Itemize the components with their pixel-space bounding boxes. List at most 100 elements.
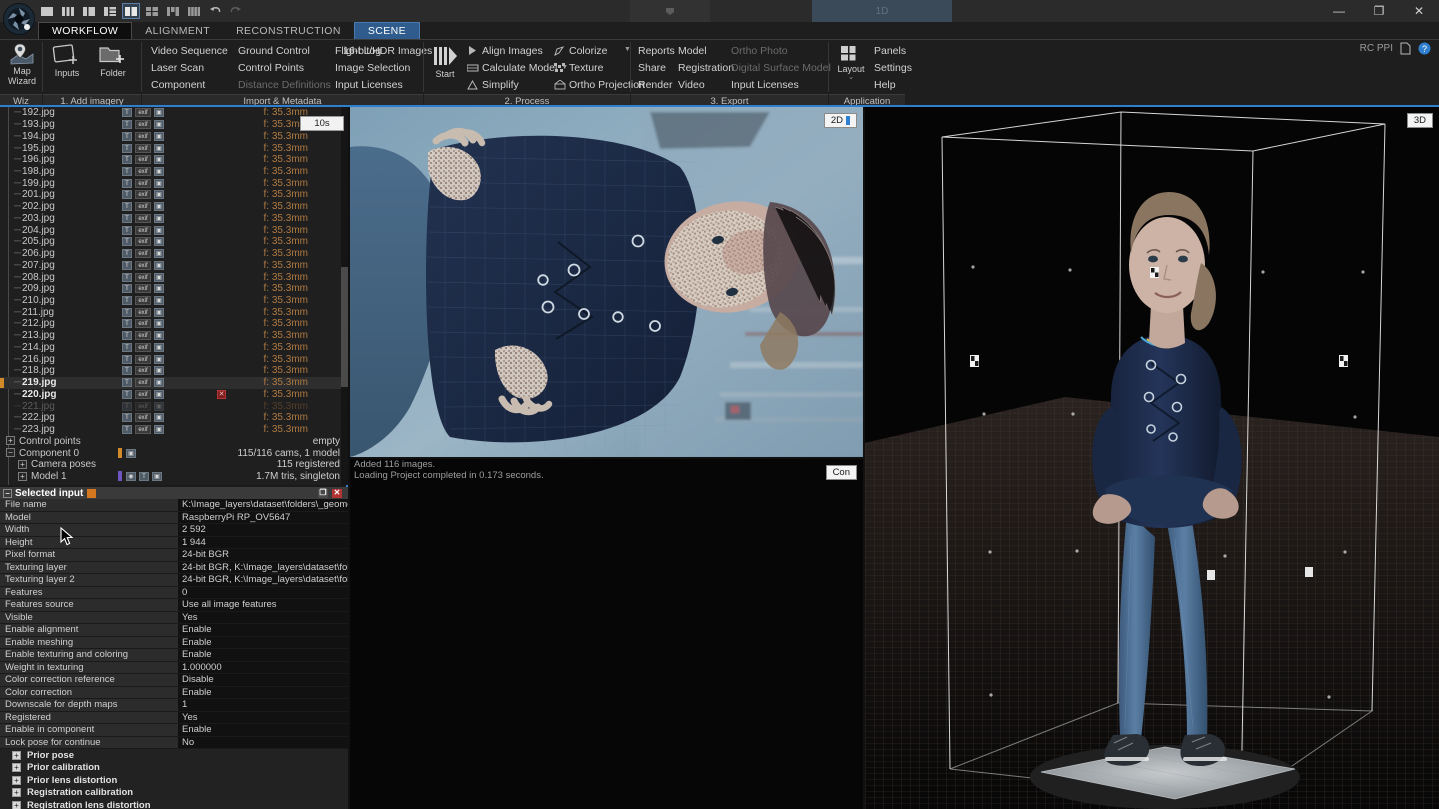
property-value[interactable]: 2 592 [178, 524, 348, 536]
exif-icon[interactable]: exif [135, 389, 151, 399]
texture-layer-icon[interactable]: T [122, 260, 132, 270]
undock-icon[interactable]: ❐ [318, 488, 328, 498]
menu-share[interactable]: Share [635, 59, 669, 76]
property-group-row[interactable]: + Prior calibration [0, 761, 348, 774]
tree-image-row[interactable]: ─ 208.jpg Texif ▣ f: 35.3mm [0, 271, 348, 283]
texture-layer-icon[interactable]: T [122, 342, 132, 352]
layout-three-col-icon[interactable] [59, 3, 77, 19]
property-group-row[interactable]: + Prior lens distortion [0, 774, 348, 787]
texture-layer-icon[interactable]: T [122, 296, 132, 306]
property-row[interactable]: Width 2 592 [0, 524, 348, 537]
property-row[interactable]: Pixel format 24-bit BGR [0, 549, 348, 562]
exif-icon[interactable]: exif [135, 143, 151, 153]
property-row[interactable]: Registered Yes [0, 711, 348, 724]
texture-layer-icon[interactable]: T [122, 213, 132, 223]
layout-two-col-icon[interactable] [80, 3, 98, 19]
exif-icon[interactable]: exif [135, 131, 151, 141]
menu-digital-surface-model[interactable]: Digital Surface Model [728, 59, 834, 76]
image-flag-icon[interactable]: ▣ [154, 131, 164, 141]
tree-image-row[interactable]: ─ 203.jpg Texif ▣ f: 35.3mm [0, 213, 348, 225]
menu-image-selection[interactable]: Image Selection [332, 59, 413, 76]
exif-icon[interactable]: exif [135, 284, 151, 294]
redo-icon[interactable] [227, 3, 245, 19]
tree-image-row[interactable]: ─ 218.jpg Texif ▣ f: 35.3mm [0, 365, 348, 377]
exif-icon[interactable]: exif [135, 190, 151, 200]
tree-expander[interactable]: + [18, 471, 27, 481]
menu-help[interactable]: Help [871, 76, 899, 93]
tree-image-row[interactable]: ─ 209.jpg Texif ▣ f: 35.3mm [0, 283, 348, 295]
texture-layer-icon[interactable]: T [122, 237, 132, 247]
close-panel-icon[interactable]: ✕ [332, 488, 342, 498]
property-row[interactable]: Enable texturing and coloring Enable [0, 649, 348, 662]
property-value[interactable]: Disable [178, 674, 348, 686]
texture-layer-icon[interactable]: T [122, 354, 132, 364]
image-flag-icon[interactable]: ▣ [154, 120, 164, 130]
image-flag-icon[interactable]: ▣ [154, 284, 164, 294]
titlebar-tab-1d[interactable]: 1D [812, 0, 952, 22]
tree-row-icons[interactable]: Texif ▣ [122, 190, 164, 200]
layout-list-icon[interactable] [101, 3, 119, 19]
exif-icon[interactable]: exif [135, 307, 151, 317]
layout-button[interactable]: Layout ⌄ [831, 44, 871, 94]
image-flag-icon[interactable]: ▣ [154, 425, 164, 435]
tab-alignment[interactable]: ALIGNMENT [132, 22, 223, 39]
tree-row-icons[interactable]: Texif ▣ [122, 401, 164, 411]
tree-row-icons[interactable]: Texif ▣ [122, 143, 164, 153]
tree-image-row[interactable]: ─ 201.jpg Texif ▣ f: 35.3mm [0, 189, 348, 201]
exif-icon[interactable]: exif [135, 260, 151, 270]
texture-layer-icon[interactable]: T [122, 378, 132, 388]
texture-layer-icon[interactable]: T [122, 202, 132, 212]
tree-image-row[interactable]: ─ 205.jpg Texif ▣ f: 35.3mm [0, 236, 348, 248]
layout-grid-icon[interactable] [143, 3, 161, 19]
image-flag-icon[interactable]: ▣ [154, 249, 164, 259]
property-row[interactable]: Texturing layer 2 24-bit BGR, K:\Image_la… [0, 574, 348, 587]
texture-layer-icon[interactable]: T [122, 272, 132, 282]
tree-row-icons[interactable]: Texif ▣ [122, 120, 164, 130]
tree-row-icons[interactable]: Texif ▣ [122, 331, 164, 341]
menu-input-licenses[interactable]: Input Licenses [332, 76, 406, 93]
image-flag-icon[interactable]: ▣ [154, 155, 164, 165]
tree-row-icons[interactable]: Texif ▣ [122, 366, 164, 376]
tree-row-icons[interactable]: Texif ▣ [122, 413, 164, 423]
exif-icon[interactable]: exif [135, 237, 151, 247]
property-row[interactable]: Height 1 944 [0, 536, 348, 549]
view-2d-label[interactable]: 2D [823, 113, 857, 128]
tree-image-row[interactable]: ─ 216.jpg Texif ▣ f: 35.3mm [0, 353, 348, 365]
property-row[interactable]: Lock pose for continue No [0, 736, 348, 749]
tree-image-row[interactable]: ─ 196.jpg Texif ▣ f: 35.3mm [0, 154, 348, 166]
tree-row-icons[interactable]: Texif ▣ [122, 108, 164, 118]
texture-layer-icon[interactable]: T [122, 155, 132, 165]
layout-chevron-down-icon[interactable]: ⌄ [848, 74, 854, 81]
image-flag-icon[interactable]: ▣ [154, 366, 164, 376]
tree-image-row[interactable]: ─ 194.jpg Texif ▣ f: 35.3mm [0, 130, 348, 142]
tree-image-row[interactable]: ─ 221.jpg Texif ▣ f: 35.3mm [0, 400, 348, 412]
tree-image-row[interactable]: ─ 220.jpg Texif ▣ f: 35.3mm ✕ [0, 389, 348, 401]
image-flag-icon[interactable]: ▣ [154, 272, 164, 282]
tree-row-icons[interactable]: Texif ▣ [122, 237, 164, 247]
property-group-row[interactable]: + Registration calibration [0, 786, 348, 799]
property-value[interactable]: 24-bit BGR [178, 549, 348, 561]
texture-layer-icon[interactable]: T [122, 120, 132, 130]
menu-16bit-hdr[interactable]: 16-bit/HDR Images [340, 42, 435, 59]
property-value[interactable]: Enable [178, 686, 348, 698]
tree-expander[interactable]: + [6, 436, 15, 446]
menu-video-sequence[interactable]: Video Sequence [148, 42, 231, 59]
tree-row-icons[interactable]: Texif ▣ [122, 307, 164, 317]
inputs-button[interactable]: Inputs [45, 42, 89, 92]
group-expander-icon[interactable]: + [12, 763, 21, 773]
tree-image-row[interactable]: ─ 214.jpg Texif ▣ f: 35.3mm [0, 342, 348, 354]
menu-control-points[interactable]: Control Points [235, 59, 307, 76]
property-value[interactable]: Enable [178, 624, 348, 636]
exif-icon[interactable]: exif [135, 401, 151, 411]
property-value[interactable]: Use all image features [178, 599, 348, 611]
property-value[interactable]: Enable [178, 649, 348, 661]
group-expander-icon[interactable]: + [12, 750, 21, 760]
tree-row-icons[interactable]: Texif ▣ [122, 284, 164, 294]
tree-row-icons[interactable]: Texif ▣ [122, 260, 164, 270]
help-icon[interactable]: ? [1418, 42, 1431, 58]
tree-row-icons[interactable]: Texif ▣ [122, 225, 164, 235]
tree-expander[interactable]: − [6, 448, 15, 458]
tree-row-icons[interactable]: Texif ▣ [122, 342, 164, 352]
menu-ortho-photo[interactable]: Ortho Photo [728, 42, 791, 59]
tree-row-icons[interactable]: Texif ▣ [122, 425, 164, 435]
